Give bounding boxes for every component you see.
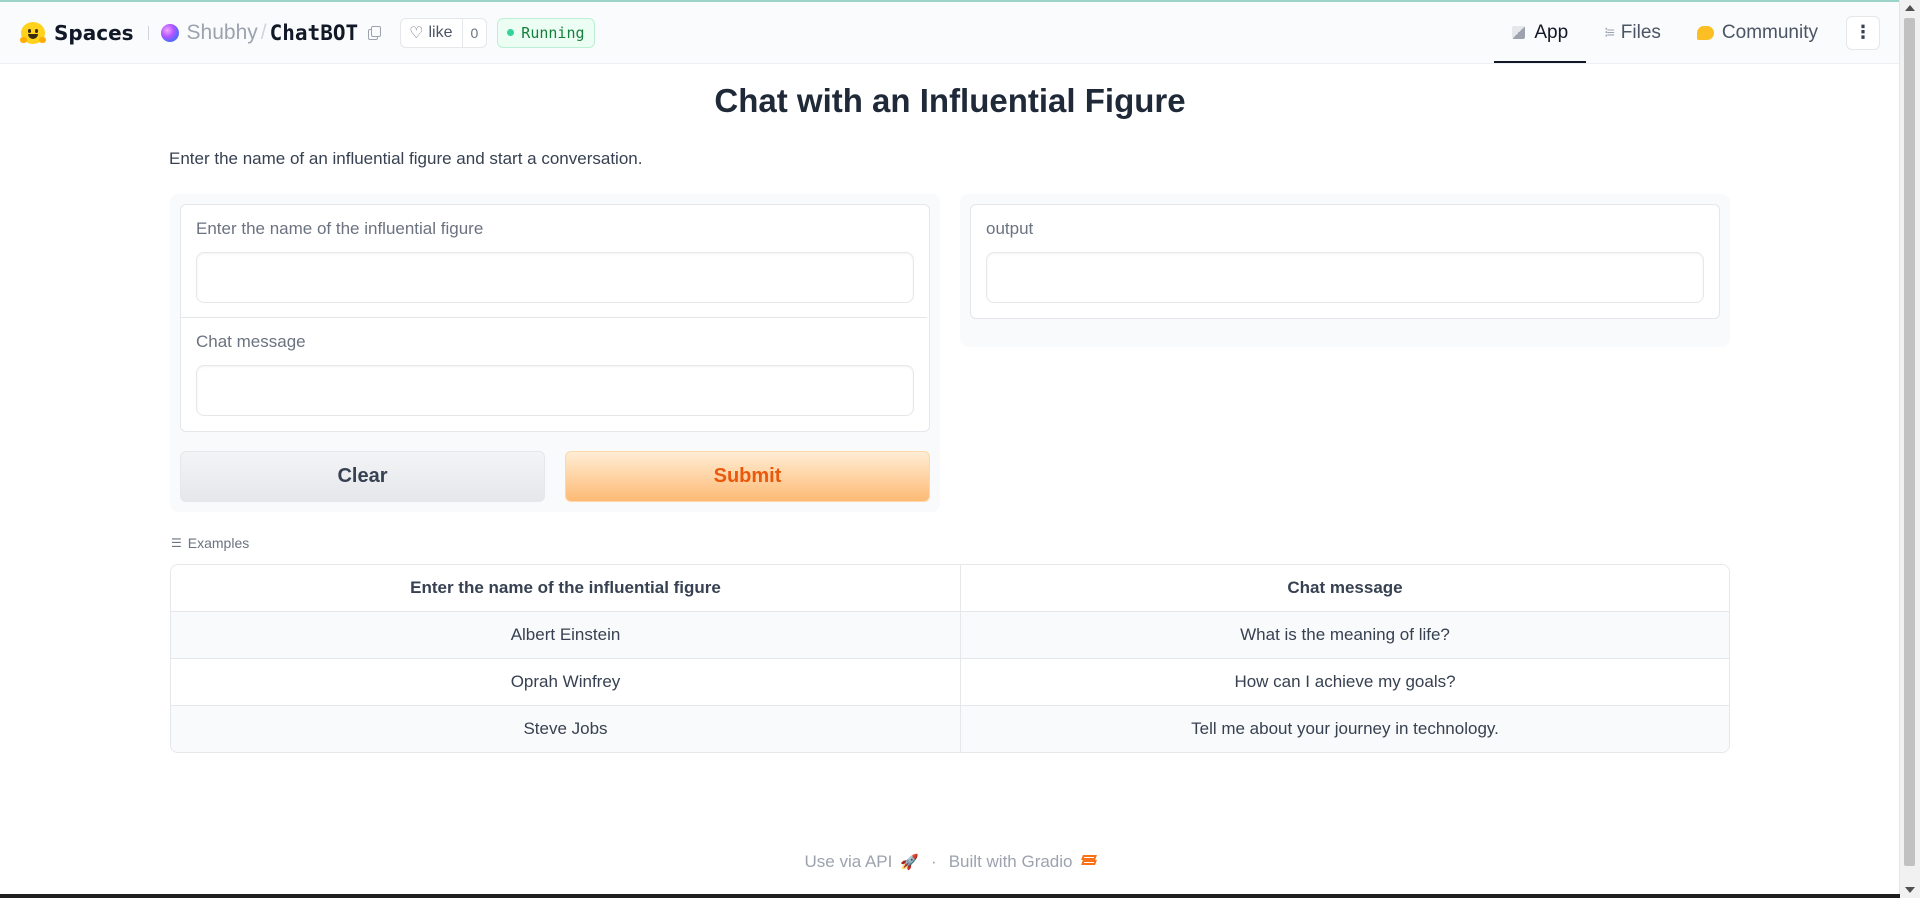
more-options-button[interactable]: ⋮ [1846,15,1880,50]
chat-message-input[interactable] [196,365,914,416]
files-icon: ⁝≡ [1604,24,1615,40]
page-title: Chat with an Influential Figure [714,82,1186,119]
example-row[interactable]: Oprah Winfrey How can I achieve my goals… [171,659,1729,706]
example-message-cell[interactable]: Tell me about your journey in technology… [961,706,1729,752]
space-header: Spaces Shubhy / ChatBOT ♡ like 0 Running… [0,2,1900,64]
tab-app-label: App [1534,21,1569,43]
status-badge: Running [497,17,595,48]
app-cube-icon [1512,26,1526,39]
tab-community[interactable]: Community [1679,2,1836,63]
examples-table: Enter the name of the influential figure… [170,564,1730,753]
submit-button[interactable]: Submit [565,451,930,502]
scrollbar-thumb[interactable] [1904,18,1915,866]
scroll-down-arrow-icon[interactable] [1905,887,1915,893]
status-text: Running [521,23,585,42]
example-row[interactable]: Albert Einstein What is the meaning of l… [171,612,1729,659]
path-separator: / [260,20,267,44]
heart-icon: ♡ [409,24,424,42]
owner-link[interactable]: Shubhy [187,21,258,45]
example-row[interactable]: Steve Jobs Tell me about your journey in… [171,706,1729,752]
tab-files[interactable]: ⁝≡ Files [1586,2,1679,63]
examples-column-figure: Enter the name of the influential figure [171,565,961,612]
clear-button[interactable]: Clear [180,451,545,502]
spaces-link[interactable]: Spaces [54,21,134,45]
vertical-scrollbar[interactable] [1899,0,1920,898]
like-count[interactable]: 0 [461,18,487,47]
tab-files-label: Files [1620,21,1661,43]
footer-separator: · [931,852,937,871]
footer: Use via API 🚀 · Built with Gradio [0,852,1900,872]
kebab-menu-icon: ⋮ [1854,22,1872,43]
output-label: output [986,219,1034,238]
tab-community-label: Community [1721,21,1818,43]
output-textbox[interactable] [986,252,1704,303]
repo-name-link[interactable]: ChatBOT [270,21,359,45]
example-figure-cell[interactable]: Oprah Winfrey [171,659,961,706]
figure-name-label: Enter the name of the influential figure [196,219,484,238]
scroll-up-arrow-icon[interactable] [1905,5,1915,11]
status-dot-icon [507,29,515,36]
owner-avatar[interactable] [160,23,179,42]
window-bottom-edge [0,894,1900,898]
hugging-face-logo-icon[interactable] [20,20,46,46]
page-description: Enter the name of an influential figure … [169,149,643,168]
community-icon [1696,25,1714,40]
input-divider [181,317,927,318]
rocket-icon: 🚀 [900,854,920,871]
figure-name-input[interactable] [196,252,914,303]
header-left: Spaces Shubhy / ChatBOT ♡ like 0 Running [20,2,595,63]
example-message-cell[interactable]: What is the meaning of life? [961,612,1729,659]
like-button[interactable]: ♡ like 0 [400,17,488,48]
example-message-cell[interactable]: How can I achieve my goals? [961,659,1729,706]
example-figure-cell[interactable]: Steve Jobs [171,706,961,752]
tab-app[interactable]: App [1494,2,1587,63]
examples-heading-label: Examples [187,535,250,551]
examples-column-message: Chat message [961,565,1729,612]
header-right: App ⁝≡ Files Community ⋮ [1494,2,1900,63]
list-icon: ☰ [171,536,182,550]
use-api-link[interactable]: Use via API [804,852,892,872]
examples-header-row: Enter the name of the influential figure… [171,565,1729,612]
copy-icon[interactable] [368,25,382,40]
examples-heading: ☰ Examples [171,535,249,551]
gradio-logo-icon [1080,855,1097,869]
like-label: like [428,23,453,41]
example-figure-cell[interactable]: Albert Einstein [171,612,961,659]
header-divider [147,25,149,40]
built-with-gradio-link[interactable]: Built with Gradio [949,852,1073,872]
chat-message-label: Chat message [196,332,306,351]
